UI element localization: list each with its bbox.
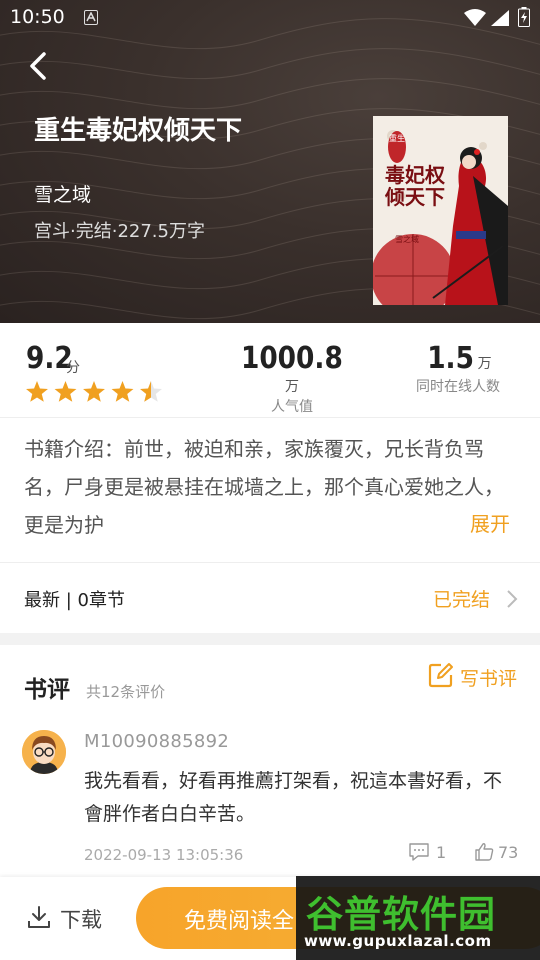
comment-icon (409, 843, 429, 861)
divider (0, 562, 540, 563)
cover-badge: 重生 (388, 131, 406, 163)
online-value: 1.5 (427, 341, 475, 376)
popularity-value: 1000.8 (241, 341, 343, 376)
watermark-url: www.gupuxlazal.com (304, 932, 492, 950)
rating-stars (26, 381, 162, 402)
signal-icon (491, 10, 509, 26)
write-review-button[interactable]: 写书评 (428, 662, 517, 690)
book-header: 10:50 重生毒妃权倾天下 雪之域 宫斗·完结·227.5万字 重生 毒妃权倾… (0, 0, 540, 323)
online-label: 同时在线人数 (416, 379, 500, 395)
book-author[interactable]: 雪之域 (34, 180, 91, 207)
write-review-label: 写书评 (460, 668, 518, 690)
thumb-up-icon (475, 843, 494, 861)
avatar[interactable] (22, 730, 66, 774)
star-icon (26, 381, 48, 402)
download-button[interactable]: 下载 (26, 904, 102, 934)
latest-chapter[interactable]: 最新 | 0章节 (24, 586, 125, 612)
popularity-label: 人气值 (271, 399, 313, 415)
download-label: 下载 (60, 908, 102, 932)
battery-icon (518, 7, 530, 27)
score-block: 9.2 分 (26, 341, 80, 376)
review-user[interactable]: M10090885892 (84, 731, 229, 752)
status-time: 10:50 (10, 6, 65, 28)
notification-icon (84, 10, 98, 25)
star-icon (111, 381, 134, 402)
review-time: 2022-09-13 13:05:36 (84, 846, 244, 864)
status-bar: 10:50 (0, 0, 540, 36)
wifi-icon (464, 9, 486, 26)
book-meta: 宫斗·完结·227.5万字 (34, 221, 205, 242)
site-watermark: 谷普软件园 www.gupuxlazal.com (296, 876, 540, 960)
book-title: 重生毒妃权倾天下 (34, 116, 243, 146)
comment-count: 1 (436, 843, 447, 862)
like-count: 73 (498, 843, 519, 862)
popularity-stat: 1000.8 万 人气值 (232, 341, 352, 416)
cover-author: 雪之域 (395, 235, 419, 244)
reviews-title: 书评 (24, 676, 70, 703)
completion-status[interactable]: 已完结 (433, 585, 490, 612)
book-cover[interactable]: 重生 毒妃权倾天下 雪之域 (373, 116, 508, 305)
comment-button[interactable]: 1 (408, 842, 446, 864)
back-button[interactable] (22, 50, 54, 82)
review-text: 我先看看，好看再推薦打架看，祝這本書好看，不會胖作者白白辛苦。 (84, 770, 503, 825)
book-intro: 书籍介绍：前世，被迫和亲，家族覆灭，兄长背负骂名，尸身更是被悬挂在城墙之上，那个… (24, 437, 504, 537)
back-arrow-icon (30, 52, 46, 80)
reviews-count: 共12条评价 (86, 683, 166, 701)
section-gap (0, 633, 540, 645)
avatar-image (22, 730, 66, 774)
free-read-label: 免费阅读全 (184, 909, 295, 934)
edit-icon (428, 663, 453, 688)
stats-row: 9.2 分 1000.8万 人气值 1.5 万 同时在线人数 (0, 323, 540, 418)
online-unit: 万 (477, 356, 492, 372)
watermark-logo: 谷普软件园 (306, 893, 496, 936)
download-icon (28, 906, 50, 928)
star-icon (83, 381, 105, 402)
chevron-right-icon[interactable] (506, 589, 518, 609)
like-button[interactable]: 73 (474, 842, 518, 864)
popularity-unit: 万 (285, 379, 299, 395)
expand-button[interactable]: 展开 (470, 508, 510, 537)
star-icon (54, 381, 77, 402)
online-stat: 1.5 万 同时在线人数 (404, 341, 512, 396)
score-unit: 分 (66, 360, 80, 376)
cover-title: 毒妃权倾天下 (385, 163, 445, 209)
